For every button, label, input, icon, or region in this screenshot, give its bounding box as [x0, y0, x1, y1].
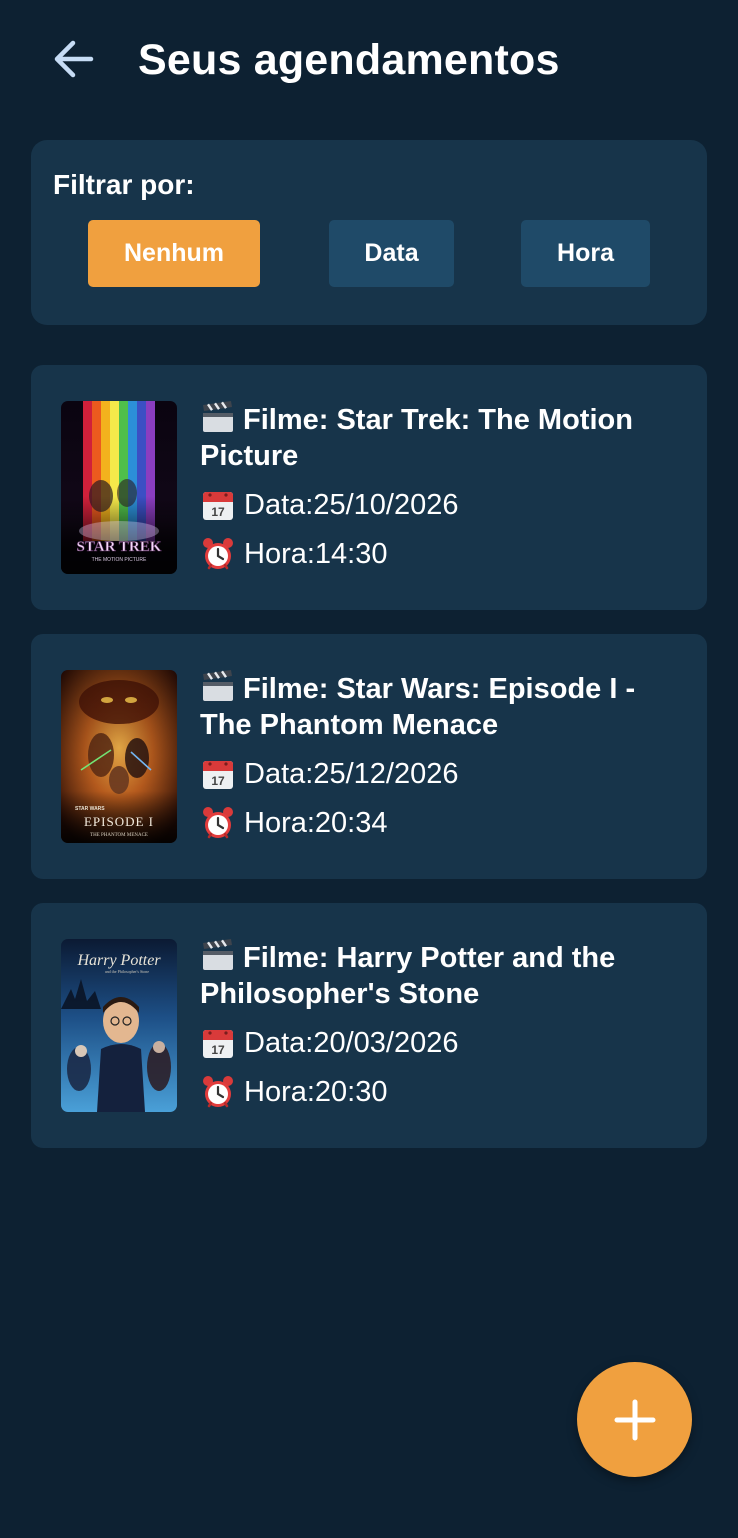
time-line: Hora: 20:34 — [200, 805, 680, 841]
movie-title: Filme: Harry Potter and the Philosopher'… — [200, 937, 680, 1012]
clapper-board-icon — [203, 401, 233, 432]
poster-subtitle-text: THE PHANTOM MENACE — [90, 833, 148, 838]
date-line: 17 Data: 25/12/2026 — [200, 756, 680, 792]
alarm-clock-icon — [203, 807, 233, 839]
filter-label: Filtrar por: — [53, 169, 195, 200]
plus-icon — [614, 1399, 655, 1440]
movie-poster: Harry Potter and the Philosopher's Stone — [61, 939, 177, 1112]
alarm-clock-icon — [203, 1076, 233, 1108]
time-value: 20:34 — [314, 807, 388, 839]
arrow-left-icon — [54, 40, 94, 78]
calendar-icon: 17 — [203, 492, 233, 520]
appointment-card[interactable]: STAR WARS EPISODE I THE PHANTOM MENACE F… — [31, 634, 707, 879]
date-value: 25/12/2026 — [313, 758, 459, 790]
appointment-details: Filme: Star Wars: Episode I - The Phanto… — [200, 668, 680, 841]
movie-title: Filme: Star Trek: The Motion Picture — [200, 399, 680, 474]
alarm-clock-icon — [203, 538, 233, 570]
date-label: Data: — [244, 489, 314, 521]
time-value: 20:30 — [314, 1076, 388, 1108]
poster-subtitle-text: THE MOTION PICTURE — [92, 557, 147, 563]
clapper-board-icon — [203, 939, 233, 970]
movie-poster: STAR TREK THE MOTION PICTURE — [61, 401, 177, 574]
filter-date-button[interactable]: Data — [329, 220, 454, 287]
poster-title-text: STAR TREK — [77, 539, 162, 555]
movie-title: Filme: Star Wars: Episode I - The Phanto… — [200, 668, 680, 743]
time-label: Hora: — [244, 538, 315, 570]
appointment-card[interactable]: STAR TREK THE MOTION PICTURE Filme: Star… — [31, 365, 707, 610]
time-line: Hora: 20:30 — [200, 1074, 680, 1110]
date-label: Data: — [244, 1027, 314, 1059]
app-header: Seus agendamentos — [0, 0, 738, 120]
svg-text:17: 17 — [211, 1043, 225, 1057]
date-value: 25/10/2026 — [313, 489, 459, 521]
date-label: Data: — [244, 758, 314, 790]
add-appointment-button[interactable] — [577, 1362, 692, 1477]
appointment-card[interactable]: Harry Potter and the Philosopher's Stone… — [31, 903, 707, 1148]
time-label: Hora: — [244, 807, 315, 839]
appointment-details: Filme: Harry Potter and the Philosopher'… — [200, 937, 680, 1110]
svg-text:17: 17 — [211, 774, 225, 788]
time-value: 14:30 — [314, 538, 388, 570]
date-value: 20/03/2026 — [313, 1027, 459, 1059]
time-line: Hora: 14:30 — [200, 536, 680, 572]
time-label: Hora: — [244, 1076, 315, 1108]
date-line: 17 Data: 25/10/2026 — [200, 487, 680, 523]
svg-text:STAR WARS: STAR WARS — [75, 806, 105, 812]
poster-title-text: EPISODE I — [84, 814, 154, 829]
movie-poster: STAR WARS EPISODE I THE PHANTOM MENACE — [61, 670, 177, 843]
movie-label: Filme: — [243, 673, 337, 705]
movie-label: Filme: — [243, 404, 337, 436]
filter-time-button[interactable]: Hora — [521, 220, 650, 287]
appointment-details: Filme: Star Trek: The Motion Picture 17 … — [200, 399, 680, 572]
date-line: 17 Data: 20/03/2026 — [200, 1025, 680, 1061]
movie-label: Filme: — [243, 942, 337, 974]
back-button[interactable] — [44, 32, 102, 86]
calendar-icon: 17 — [203, 1030, 233, 1058]
filter-panel: Filtrar por: Nenhum Data Hora — [31, 140, 707, 325]
svg-text:17: 17 — [211, 505, 225, 519]
clapper-board-icon — [203, 670, 233, 701]
poster-subtitle-text: and the Philosopher's Stone — [105, 969, 149, 974]
calendar-icon: 17 — [203, 761, 233, 789]
poster-title-text: Harry Potter — [76, 952, 161, 969]
page-title: Seus agendamentos — [138, 36, 560, 84]
filter-none-button[interactable]: Nenhum — [88, 220, 260, 287]
